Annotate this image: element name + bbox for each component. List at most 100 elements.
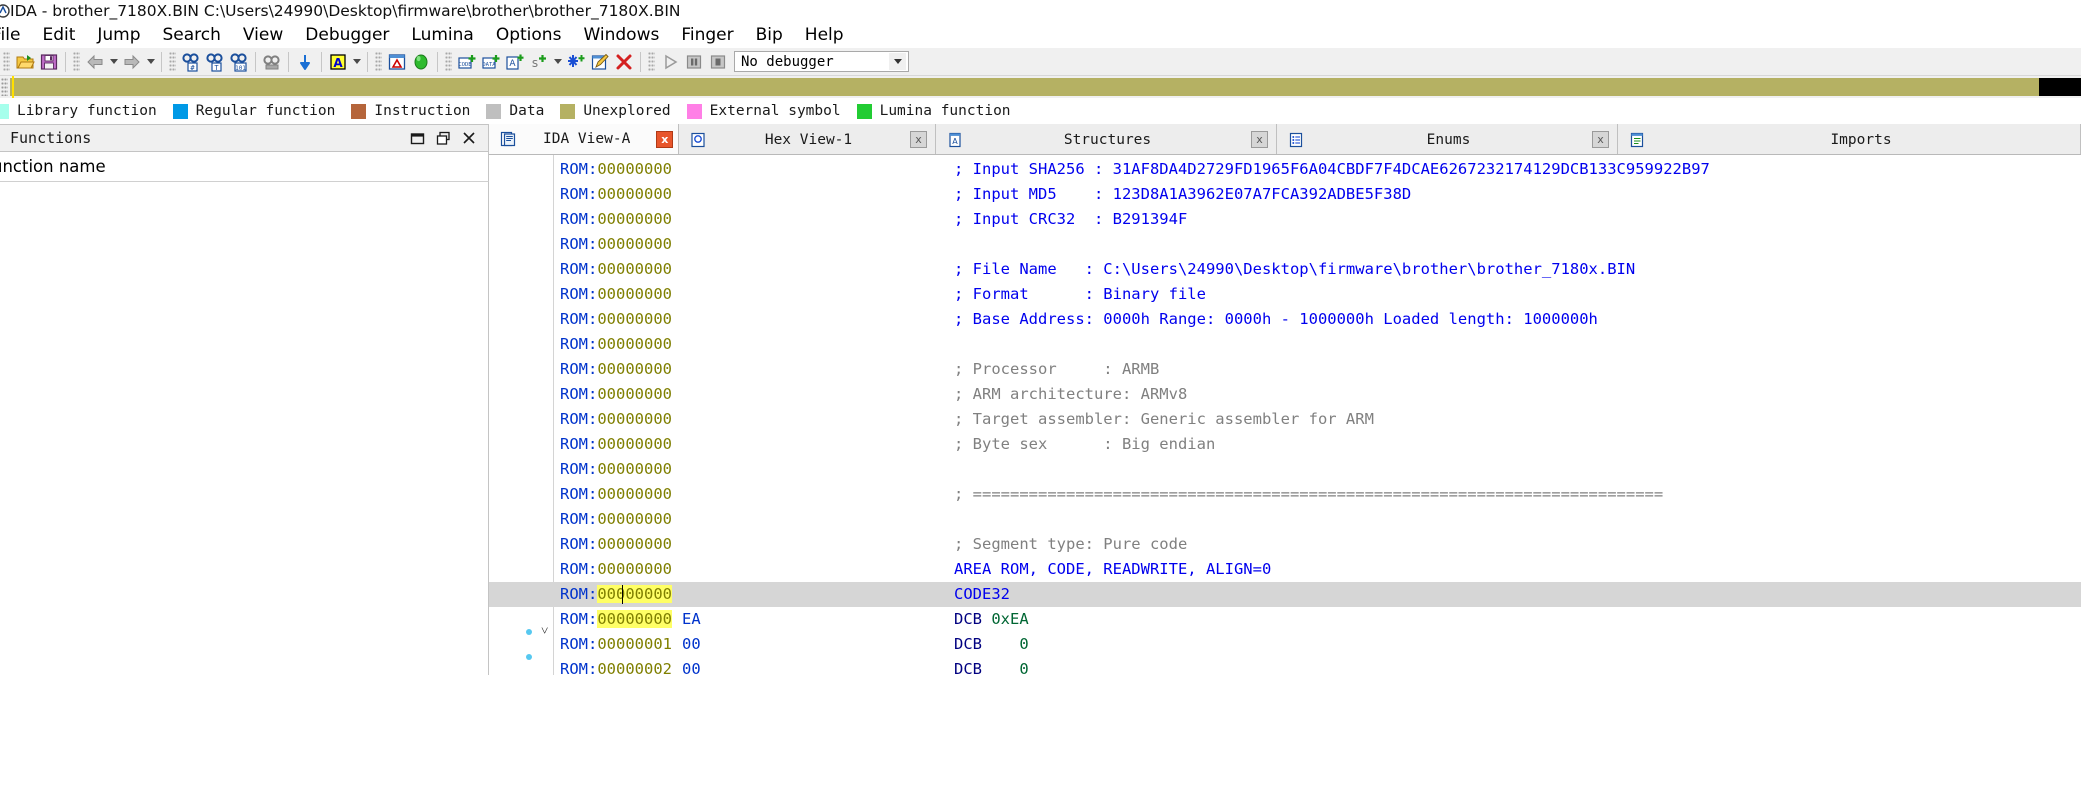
- menu-jump[interactable]: Jump: [86, 22, 151, 48]
- tab-label-structures: Structures: [1063, 131, 1152, 148]
- navigator-strip[interactable]: [10, 76, 2039, 98]
- table-row[interactable]: ROM:00000000: [489, 332, 2081, 357]
- table-row[interactable]: ROM:00000000 AREA ROM, CODE, READWRITE, …: [489, 557, 2081, 582]
- row-address-value: 00000000: [597, 560, 672, 578]
- graph-view-icon[interactable]: [385, 50, 409, 74]
- menu-debugger[interactable]: Debugger: [294, 22, 400, 48]
- table-row[interactable]: ROM:00000000: [489, 507, 2081, 532]
- svg-text:A: A: [333, 56, 343, 70]
- row-address: ROM:00000000: [560, 285, 672, 303]
- table-row[interactable]: ROM:00000000 ; Input MD5 : 123D8A1A3962E…: [489, 182, 2081, 207]
- table-row[interactable]: ROM:00000000 ; Segment type: Pure code: [489, 532, 2081, 557]
- svg-text:CODE: CODE: [458, 62, 471, 68]
- nav-back-dropdown-icon[interactable]: [107, 50, 120, 74]
- table-row[interactable]: ROM:00000000 ; Input SHA256 : 31AF8DA4D2…: [489, 157, 2081, 182]
- menu-bip[interactable]: Bip: [745, 22, 794, 48]
- menu-search[interactable]: Search: [152, 22, 232, 48]
- menu-edit[interactable]: Edit: [31, 22, 86, 48]
- tab-imports[interactable]: Imports: [1618, 124, 2081, 154]
- table-row[interactable]: ROM:00000000 ; Input CRC32 : B291394F: [489, 207, 2081, 232]
- make-string-dropdown-icon[interactable]: [551, 50, 564, 74]
- menu-options[interactable]: Options: [485, 22, 573, 48]
- search-next-icon[interactable]: [260, 50, 284, 74]
- row-code: ; File Name : C:\Users\24990\Desktop\fir…: [954, 260, 1636, 278]
- nav-forward-dropdown-icon[interactable]: [144, 50, 157, 74]
- delete-icon[interactable]: [612, 50, 636, 74]
- search-text-icon[interactable]: T: [203, 50, 227, 74]
- open-file-icon[interactable]: [13, 50, 37, 74]
- menu-view[interactable]: View: [232, 22, 294, 48]
- table-row[interactable]: ROM:00000001 00 DCB 0: [489, 632, 2081, 660]
- svg-text:DATA: DATA: [482, 62, 496, 68]
- tab-ida-view-a[interactable]: IDA View-A x: [489, 124, 679, 154]
- menu-lumina[interactable]: Lumina: [400, 22, 484, 48]
- pause-debug-icon[interactable]: [682, 50, 706, 74]
- menu-file[interactable]: File: [0, 22, 31, 48]
- tab-close-hex-view-1[interactable]: x: [910, 131, 927, 148]
- save-file-icon[interactable]: [37, 50, 61, 74]
- legend-swatch-unexplored: [560, 103, 576, 119]
- table-row-selected[interactable]: ROM:00000000 CODE32: [489, 582, 2081, 607]
- toolbar-grip-4[interactable]: [375, 51, 382, 72]
- table-row[interactable]: ROM:00000000 ; ARM architecture: ARMv8: [489, 382, 2081, 407]
- search-hex-icon[interactable]: #: [179, 50, 203, 74]
- toolbar-separator-4: [288, 51, 289, 72]
- tab-enums[interactable]: Enums x: [1277, 124, 1618, 154]
- tab-close-enums[interactable]: x: [1592, 131, 1609, 148]
- debugger-select[interactable]: No debugger: [734, 51, 909, 72]
- make-code-icon[interactable]: CODE: [455, 50, 479, 74]
- table-row[interactable]: ROM:00000000 ; Format : Binary file: [489, 282, 2081, 307]
- highlight-dropdown-icon[interactable]: [350, 50, 363, 74]
- undefine-icon[interactable]: [564, 50, 588, 74]
- table-row[interactable]: ROM:00000000: [489, 457, 2081, 482]
- row-address-value: 00000000: [597, 610, 672, 628]
- functions-list-header[interactable]: unction name: [0, 152, 489, 182]
- tab-close-ida-view-a[interactable]: x: [656, 130, 674, 148]
- toolbar-grip-5[interactable]: [445, 51, 452, 72]
- maximize-icon[interactable]: [430, 125, 456, 151]
- search-immediate-icon[interactable]: 101: [227, 50, 251, 74]
- table-row[interactable]: ROM:00000000: [489, 232, 2081, 257]
- menu-windows[interactable]: Windows: [572, 22, 670, 48]
- table-row[interactable]: ROM:00000000 ; Byte sex : Big endian: [489, 432, 2081, 457]
- table-row[interactable]: ROM:00000002 00 DCB 0: [489, 657, 2081, 675]
- table-row[interactable]: ROM:00000000 ; File Name : C:\Users\2499…: [489, 257, 2081, 282]
- make-data-icon[interactable]: DATA: [479, 50, 503, 74]
- menu-help[interactable]: Help: [794, 22, 855, 48]
- structures-icon: A: [946, 131, 964, 149]
- run-debug-icon[interactable]: [658, 50, 682, 74]
- chevron-down-icon[interactable]: [889, 53, 906, 70]
- tab-close-structures[interactable]: x: [1251, 131, 1268, 148]
- highlight-icon[interactable]: A: [326, 50, 350, 74]
- run-python-icon[interactable]: [409, 50, 433, 74]
- stop-debug-icon[interactable]: [706, 50, 730, 74]
- row-address: ROM:00000000: [560, 310, 672, 328]
- close-icon[interactable]: [456, 125, 482, 151]
- nav-forward-icon[interactable]: [120, 50, 144, 74]
- toolbar-grip-3[interactable]: [169, 51, 176, 72]
- functions-list[interactable]: [0, 182, 489, 675]
- jump-icon[interactable]: [293, 50, 317, 74]
- table-row[interactable]: ROM:00000000 ; Target assembler: Generic…: [489, 407, 2081, 432]
- row-code: ; Base Address: 0000h Range: 0000h - 100…: [954, 310, 1598, 328]
- table-row[interactable]: ROM:00000000 ; =========================…: [489, 482, 2081, 507]
- disassembly-view[interactable]: ROM:00000000 ; Input SHA256 : 31AF8DA4D2…: [489, 155, 2081, 675]
- tab-structures[interactable]: A Structures x: [936, 124, 1277, 154]
- table-row[interactable]: ˅ ROM:00000000 EA DCB 0xEA: [489, 607, 2081, 638]
- edit-function-icon[interactable]: [588, 50, 612, 74]
- nav-back-icon[interactable]: [83, 50, 107, 74]
- svg-text:101: 101: [235, 65, 246, 72]
- restore-icon[interactable]: [404, 125, 430, 151]
- toolbar-grip-6[interactable]: [648, 51, 655, 72]
- toolbar-grip-1[interactable]: [3, 51, 10, 72]
- make-array-icon[interactable]: A: [503, 50, 527, 74]
- row-address-value: 00000000: [597, 235, 672, 253]
- table-row[interactable]: ROM:00000000 ; Base Address: 0000h Range…: [489, 307, 2081, 332]
- make-string-icon[interactable]: s: [527, 50, 551, 74]
- tab-hex-view-1[interactable]: Hex View-1 x: [679, 124, 936, 154]
- menu-finger[interactable]: Finger: [670, 22, 744, 48]
- navigator-grip[interactable]: [1, 78, 8, 96]
- row-address: ROM:00000000: [560, 235, 672, 253]
- toolbar-grip-2[interactable]: [73, 51, 80, 72]
- table-row[interactable]: ROM:00000000 ; Processor : ARMB: [489, 357, 2081, 382]
